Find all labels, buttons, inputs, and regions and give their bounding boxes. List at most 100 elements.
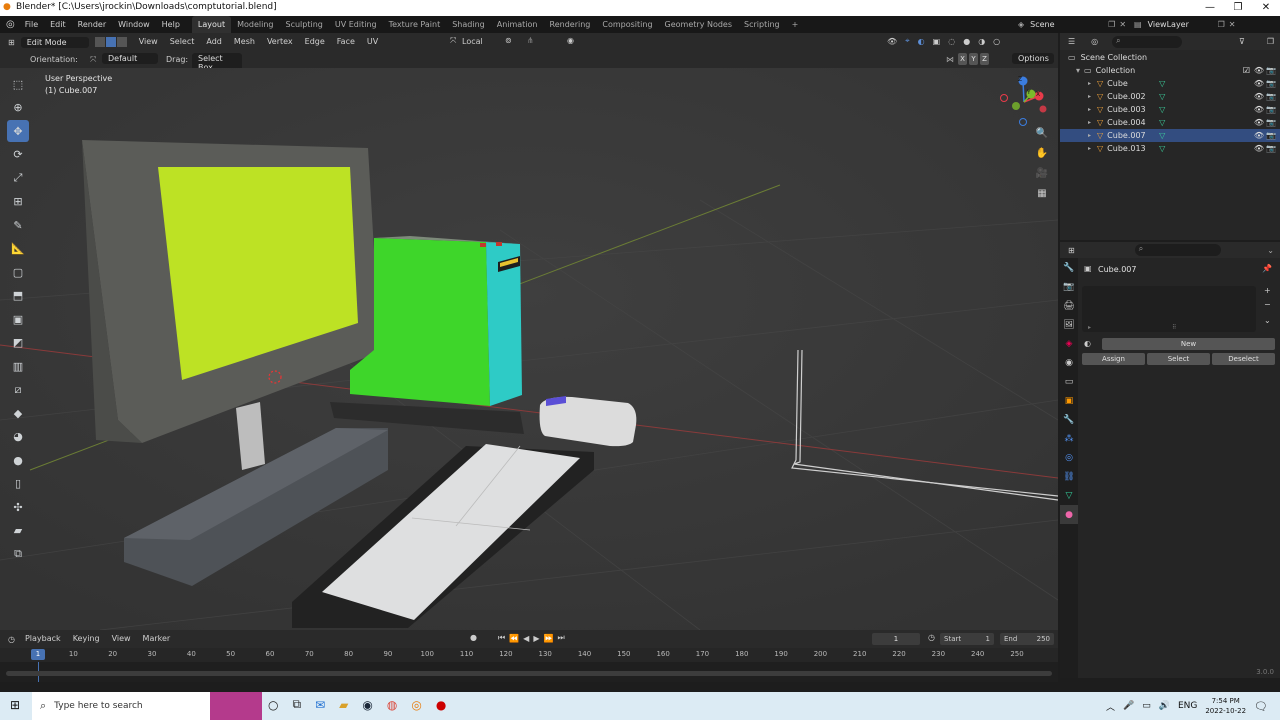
- remove-viewlayer-icon[interactable]: ✕: [1229, 20, 1236, 29]
- tab-geometry-nodes[interactable]: Geometry Nodes: [659, 16, 738, 33]
- visibility-icon[interactable]: 👁: [1254, 144, 1264, 153]
- expand-arrow-icon[interactable]: ▸: [1088, 119, 1091, 126]
- rotate-tool-icon[interactable]: ⟳: [7, 144, 29, 166]
- render-visibility-icon[interactable]: 📷: [1266, 131, 1276, 140]
- render-tab-icon[interactable]: 📷: [1060, 277, 1078, 296]
- mirror-x-toggle[interactable]: X: [958, 53, 967, 65]
- visibility-icon[interactable]: 👁: [887, 37, 897, 46]
- menu-help[interactable]: Help: [156, 16, 186, 33]
- measure-tool-icon[interactable]: 📐: [7, 238, 29, 260]
- tab-compositing[interactable]: Compositing: [596, 16, 658, 33]
- wireframe-shading-icon[interactable]: ◌: [948, 37, 955, 46]
- playhead-marker[interactable]: 1: [31, 649, 45, 660]
- clock[interactable]: 7:54 PM 2022-10-22: [1205, 696, 1246, 716]
- material-tab-icon[interactable]: ●: [1060, 505, 1078, 524]
- windows-start-icon[interactable]: ⊞: [10, 698, 20, 712]
- properties-editor-icon[interactable]: ⊞: [1060, 246, 1075, 255]
- physics-tab-icon[interactable]: ◎: [1060, 448, 1078, 467]
- vertex-select-icon[interactable]: [94, 37, 105, 47]
- next-keyframe-icon[interactable]: ⏩: [543, 634, 553, 643]
- navigation-gizmo[interactable]: Z X Y: [996, 76, 1052, 126]
- tab-texture-paint[interactable]: Texture Paint: [383, 16, 447, 33]
- material-shading-icon[interactable]: ◑: [978, 37, 985, 46]
- solid-shading-icon[interactable]: ●: [963, 37, 970, 46]
- blender-taskbar-icon[interactable]: ◎: [411, 698, 421, 712]
- mail-icon[interactable]: ✉: [315, 698, 325, 712]
- mode-selector[interactable]: Edit Mode: [20, 36, 89, 48]
- stopwatch-icon[interactable]: ◷: [928, 633, 935, 642]
- tray-expand-icon[interactable]: ︿: [1106, 700, 1115, 713]
- volume-icon[interactable]: 🔊: [1159, 701, 1170, 711]
- tab-shading[interactable]: Shading: [446, 16, 491, 33]
- scene-selector[interactable]: Scene: [1030, 20, 1108, 29]
- frame-ruler[interactable]: 10 20 30 40 50 60 70 80 90 100 110 120 130 140 150 160 1…: [0, 648, 1058, 662]
- outliner-object-row[interactable]: ▸ ▽ Cube.004 ▽ 👁 📷: [1060, 116, 1280, 129]
- end-frame-field[interactable]: End 250: [1000, 633, 1054, 645]
- render-visibility-icon[interactable]: 📷: [1266, 144, 1276, 153]
- tab-layout[interactable]: Layout: [191, 16, 232, 33]
- notifications-icon[interactable]: 🗨: [1254, 700, 1268, 713]
- timeline-area[interactable]: 10 20 30 40 50 60 70 80 90 100 110 120 130 140 150 160 1…: [0, 648, 1058, 682]
- visibility-icon[interactable]: 👁: [1254, 105, 1264, 114]
- pin-icon[interactable]: 📌: [1262, 264, 1272, 273]
- select-box-tool-icon[interactable]: ⬚: [7, 73, 29, 95]
- xray-icon[interactable]: ▣: [933, 37, 941, 46]
- cortana-icon[interactable]: ○: [268, 698, 278, 712]
- remove-scene-icon[interactable]: ✕: [1119, 20, 1126, 29]
- copy-viewlayer-icon[interactable]: ❐: [1218, 20, 1225, 29]
- menu-vertex[interactable]: Vertex: [261, 33, 299, 51]
- app-taskbar-icon[interactable]: ●: [436, 698, 446, 712]
- move-tool-icon[interactable]: ✥: [7, 120, 29, 142]
- properties-search[interactable]: ⌕: [1134, 244, 1221, 256]
- outliner-editor-icon[interactable]: ☰: [1060, 37, 1075, 46]
- visibility-icon[interactable]: 👁: [1254, 79, 1264, 88]
- snap-icon[interactable]: ⋔: [527, 36, 534, 45]
- menu-keying[interactable]: Keying: [67, 630, 106, 648]
- timeline-editor-icon[interactable]: ◷: [0, 635, 19, 644]
- constraints-tab-icon[interactable]: ⛓: [1060, 467, 1078, 486]
- visibility-icon[interactable]: 👁: [1254, 131, 1264, 140]
- outliner-object-row[interactable]: ▸ ▽ Cube ▽ 👁 📷: [1060, 77, 1280, 90]
- timeline-scrollbar[interactable]: [6, 671, 1052, 676]
- ortho-grid-icon[interactable]: ▦: [1034, 188, 1050, 208]
- pivot-point-icon[interactable]: ⊚: [505, 36, 512, 45]
- add-workspace-button[interactable]: +: [786, 16, 805, 33]
- expand-arrow-icon[interactable]: ▸: [1088, 80, 1091, 87]
- new-collection-icon[interactable]: ❐: [1267, 37, 1280, 46]
- modifier-tab-icon[interactable]: 🔧: [1060, 410, 1078, 429]
- world-tab-icon[interactable]: ◉: [1060, 353, 1078, 372]
- menu-edit[interactable]: Edit: [44, 16, 72, 33]
- play-reverse-icon[interactable]: ◀: [523, 634, 529, 643]
- tool-tab-icon[interactable]: 🔧: [1060, 258, 1078, 277]
- orientation-selector[interactable]: Default: [102, 53, 158, 64]
- menu-window[interactable]: Window: [112, 16, 156, 33]
- collection-tab-icon[interactable]: ▭: [1060, 372, 1078, 391]
- options-dropdown[interactable]: Options: [1012, 53, 1054, 64]
- data-tab-icon[interactable]: ▽: [1060, 486, 1078, 505]
- maximize-button[interactable]: ❐: [1224, 0, 1252, 16]
- collection-visibility-icon[interactable]: 👁: [1254, 66, 1264, 75]
- cursor-tool-icon[interactable]: ⊕: [7, 97, 29, 119]
- menu-marker[interactable]: Marker: [137, 630, 177, 648]
- record-icon[interactable]: ●: [470, 633, 477, 642]
- minimize-button[interactable]: —: [1196, 0, 1224, 16]
- menu-file[interactable]: File: [19, 16, 44, 33]
- close-button[interactable]: ✕: [1252, 0, 1280, 16]
- tab-scripting[interactable]: Scripting: [738, 16, 786, 33]
- loop-cut-tool-icon[interactable]: ▥: [7, 355, 29, 377]
- collection-checkbox[interactable]: ☑: [1243, 66, 1250, 75]
- collection-render-icon[interactable]: 📷: [1266, 66, 1276, 75]
- outliner-object-row[interactable]: ▸ ▽ Cube.003 ▽ 👁 📷: [1060, 103, 1280, 116]
- poly-build-tool-icon[interactable]: ◆: [7, 402, 29, 424]
- jump-end-icon[interactable]: ⏭: [557, 633, 564, 643]
- output-tab-icon[interactable]: 🖨: [1060, 296, 1078, 315]
- deselect-button[interactable]: Deselect: [1212, 353, 1275, 365]
- scene-collection-row[interactable]: ▭ Scene Collection: [1060, 51, 1280, 64]
- outliner-search[interactable]: ⌕: [1112, 35, 1183, 48]
- face-select-icon[interactable]: [116, 37, 127, 47]
- rendered-shading-icon[interactable]: ○: [993, 37, 1000, 46]
- edge-slide-tool-icon[interactable]: ▯: [7, 473, 29, 495]
- outliner-object-row[interactable]: ▸ ▽ Cube.002 ▽ 👁 📷: [1060, 90, 1280, 103]
- spin-tool-icon[interactable]: ◕: [7, 426, 29, 448]
- expand-arrow-icon[interactable]: ▸: [1088, 145, 1091, 152]
